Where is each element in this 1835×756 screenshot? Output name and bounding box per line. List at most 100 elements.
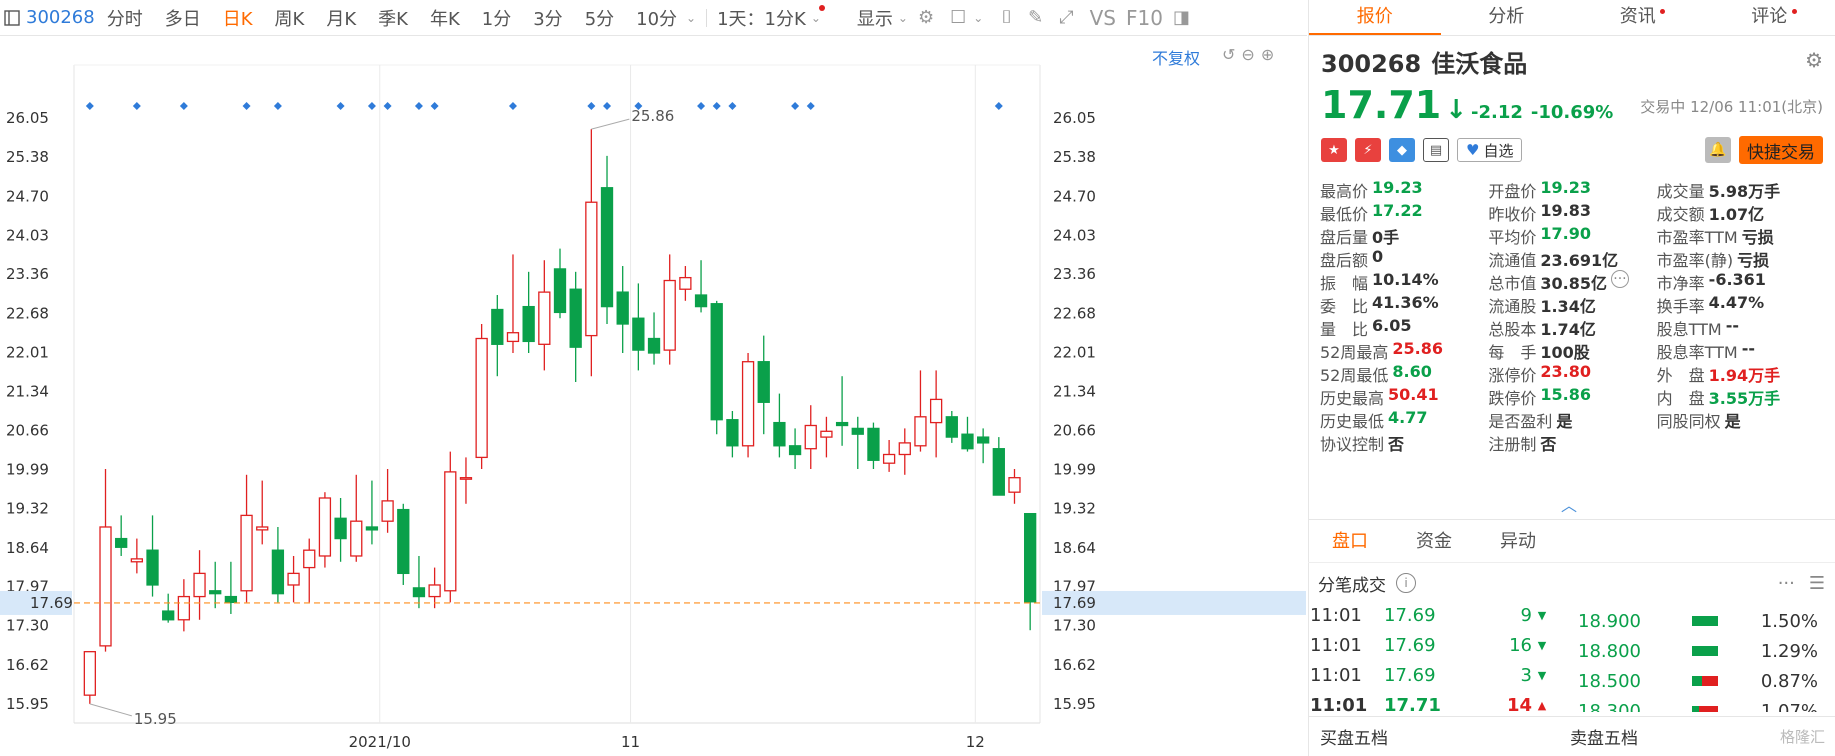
candle-body[interactable]	[788, 445, 802, 456]
candle-body[interactable]	[882, 453, 896, 464]
chevron-down-icon[interactable]: ⌄	[811, 11, 821, 25]
tab-movements[interactable]: 异动	[1476, 520, 1560, 562]
chevron-up-icon[interactable]: ︿	[1561, 492, 1577, 516]
reset-icon[interactable]: ↺	[1222, 45, 1235, 64]
adjust-mode-toggle[interactable]: 不复权	[1152, 45, 1200, 69]
candle-body[interactable]	[287, 572, 300, 586]
candle-body[interactable]	[162, 610, 175, 621]
lightning-icon[interactable]: ⚡	[1355, 138, 1381, 162]
event-marker-icon[interactable]	[85, 102, 94, 110]
candle-body[interactable]	[726, 419, 739, 447]
candle-body[interactable]	[694, 294, 708, 308]
fullscreen-icon[interactable]: ⤢	[1059, 7, 1073, 28]
candle-body[interactable]	[475, 337, 488, 459]
candle-body[interactable]	[741, 361, 755, 447]
candle-body[interactable]	[585, 201, 598, 337]
candle-body[interactable]	[992, 448, 1005, 496]
candle-body[interactable]	[757, 361, 770, 403]
candle-body[interactable]	[209, 590, 222, 595]
candle-body[interactable]	[350, 520, 363, 557]
candle-body[interactable]	[381, 500, 394, 522]
tab-monthly-k[interactable]: 月K	[326, 5, 356, 31]
event-marker-icon[interactable]	[273, 102, 282, 110]
candle-body[interactable]	[334, 517, 347, 540]
event-marker-icon[interactable]	[587, 102, 596, 110]
event-marker-icon[interactable]	[712, 102, 721, 110]
event-marker-icon[interactable]	[728, 102, 737, 110]
kline-svg[interactable]: 26.05 26.05 25.38 25.38 24.70 24.70 24.03 24.03…	[0, 37, 1307, 756]
candle-body[interactable]	[444, 471, 457, 592]
candle-body[interactable]	[538, 291, 551, 345]
tab-weekly-k[interactable]: 周K	[275, 5, 305, 31]
tab-funds[interactable]: 资金	[1392, 520, 1476, 562]
kline-chart[interactable]: 26.05 26.05 25.38 25.38 24.70 24.70 24.03 24.03…	[0, 37, 1307, 756]
candle-body[interactable]	[177, 595, 191, 621]
square-icon[interactable]: ☐	[950, 7, 966, 28]
list-icon[interactable]: ☰	[1809, 573, 1825, 594]
tab-timeshare[interactable]: 分时	[107, 5, 143, 31]
zoom-in-icon[interactable]: ⊕	[1261, 45, 1274, 64]
tab-yearly-k[interactable]: 年K	[430, 5, 460, 31]
tab-multi-day[interactable]: 多日	[165, 5, 201, 31]
candle-body[interactable]	[553, 268, 567, 314]
candle-body[interactable]	[491, 308, 504, 345]
event-marker-icon[interactable]	[132, 102, 141, 110]
candle-body[interactable]	[459, 477, 473, 480]
tab-3min[interactable]: 3分	[533, 5, 562, 31]
candle-body[interactable]	[303, 549, 316, 569]
china-flag-icon[interactable]: ★	[1321, 138, 1347, 162]
candle-body[interactable]	[365, 526, 379, 531]
tab-news[interactable]: 资讯	[1572, 0, 1704, 35]
panel-toggle-icon[interactable]: ◨	[1173, 7, 1190, 28]
event-marker-icon[interactable]	[603, 102, 612, 110]
candle-body[interactable]	[99, 526, 112, 647]
candle-body[interactable]	[632, 317, 645, 351]
candle-body[interactable]	[647, 337, 661, 354]
chevron-down-icon[interactable]: ⌄	[973, 11, 983, 25]
candle-body[interactable]	[240, 514, 253, 592]
candle-body[interactable]	[83, 651, 96, 696]
candle-body[interactable]	[867, 427, 880, 461]
tab-comments[interactable]: 评论	[1704, 0, 1835, 35]
chevron-down-icon[interactable]: ⌄	[686, 11, 696, 25]
event-marker-icon[interactable]	[242, 102, 251, 110]
event-marker-icon[interactable]	[430, 102, 439, 110]
candle-body[interactable]	[851, 427, 864, 435]
stock-code[interactable]: 300268	[26, 7, 95, 28]
tick-list[interactable]: 11:01 17.69 9 ▼ 11:01 17.69 16 ▼ 11:01 17.69 3 ▼ 11:…	[1310, 600, 1560, 713]
sidebar-toggle-icon[interactable]	[0, 0, 24, 36]
price-level-list[interactable]: 18.900 1.50% 18.800 1.29% 18.500 0.87% 18.300 1…	[1578, 606, 1818, 712]
gear-icon[interactable]: ⚙	[918, 7, 934, 28]
event-marker-icon[interactable]	[383, 102, 392, 110]
candle-body[interactable]	[146, 549, 159, 586]
candle-body[interactable]	[976, 436, 990, 444]
event-marker-icon[interactable]	[179, 102, 188, 110]
candle-body[interactable]	[256, 526, 269, 531]
event-marker-icon[interactable]	[994, 102, 1003, 110]
multi-day-selector[interactable]: 1天：1分K	[717, 5, 806, 31]
f10-button[interactable]: F10	[1126, 6, 1163, 30]
quick-trade-button[interactable]: 快捷交易	[1739, 136, 1823, 164]
pencil-icon[interactable]: ✎	[1028, 7, 1043, 28]
bell-icon[interactable]: 🔔	[1705, 137, 1731, 163]
candle-body[interactable]	[1024, 512, 1037, 603]
candle-body[interactable]	[412, 587, 426, 598]
candle-body[interactable]	[773, 421, 786, 447]
candle-body[interactable]	[898, 442, 911, 456]
event-marker-icon[interactable]	[336, 102, 345, 110]
gear-icon[interactable]: ⚙	[1805, 48, 1823, 72]
candle-body[interactable]	[428, 584, 441, 598]
candle-body[interactable]	[679, 276, 692, 290]
candle-body[interactable]	[115, 537, 128, 548]
tab-quarterly-k[interactable]: 季K	[378, 5, 408, 31]
display-menu[interactable]: 显示	[857, 5, 893, 31]
tab-quote[interactable]: 报价	[1309, 0, 1441, 35]
info-icon[interactable]: i	[1396, 573, 1416, 593]
candle-body[interactable]	[804, 424, 817, 450]
add-watchlist-button[interactable]: ♥ 自选	[1457, 138, 1523, 162]
candle-body[interactable]	[945, 416, 958, 438]
more-icon[interactable]: ···	[1610, 269, 1629, 288]
tab-daily-k[interactable]: 日K	[223, 5, 253, 31]
tag-icon[interactable]: ◆	[1389, 138, 1415, 162]
candle-body[interactable]	[271, 549, 285, 595]
